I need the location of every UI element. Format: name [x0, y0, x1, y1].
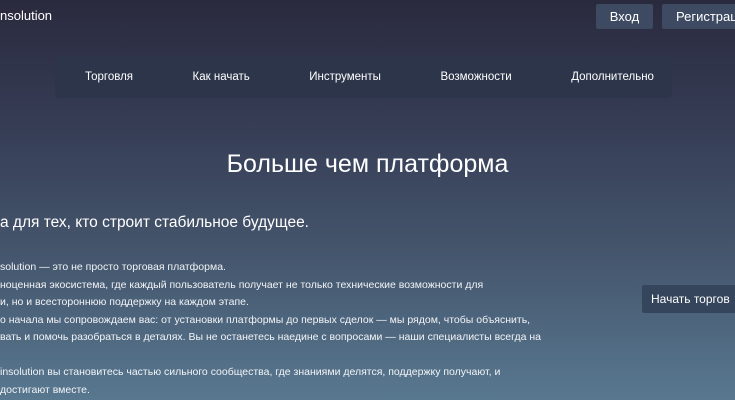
page-subtitle: а для тех, кто строит стабильное будущее… [0, 214, 309, 231]
page-title: Больше чем платформа [226, 150, 509, 178]
main-nav: Торговля Как начать Инструменты Возможно… [55, 56, 672, 98]
nav-item-getting-started[interactable]: Как начать [193, 71, 250, 83]
login-button[interactable]: Вход [596, 4, 653, 29]
logo[interactable]: nsolution [0, 8, 52, 23]
nav-item-features[interactable]: Возможности [440, 71, 511, 83]
description-line: достигают вместе. [0, 383, 90, 396]
description-line: о начала мы сопровождаем вас: от установ… [0, 313, 531, 326]
description-line: insolution вы становитесь частью сильног… [0, 366, 501, 378]
nav-item-tools[interactable]: Инструменты [309, 71, 381, 83]
nav-item-more[interactable]: Дополнительно [571, 71, 654, 83]
register-button[interactable]: Регистрац [662, 4, 735, 29]
description-text: solution — это не просто торговая платфо… [0, 259, 560, 399]
description-line: ноценная экосистема, где каждый пользова… [0, 278, 484, 291]
description-line: и, но и всестороннюю поддержку на каждом… [0, 296, 249, 308]
description-line: solution — это не просто торговая платфо… [0, 261, 226, 273]
description-line: вать и помочь разобраться в деталях. Вы … [0, 331, 542, 343]
start-trading-button[interactable]: Начать торгов [642, 285, 735, 313]
nav-item-trading[interactable]: Торговля [85, 71, 133, 83]
